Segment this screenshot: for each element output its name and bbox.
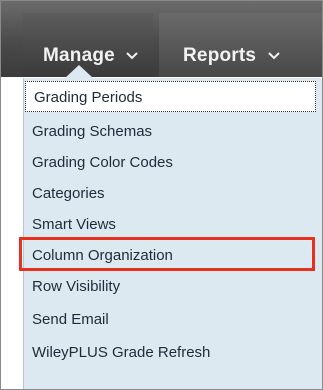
menu-item-smart-views[interactable]: Smart Views	[24, 209, 315, 229]
top-nav-bar: Manage Reports	[1, 1, 322, 78]
highlight-box-column-organization	[19, 237, 315, 271]
app-frame: Manage Reports Grading Periods Grading S…	[0, 0, 323, 390]
menu-item-wileyplus-grade-refresh[interactable]: WileyPLUS Grade Refresh	[24, 337, 315, 368]
menu-item-grading-color-codes[interactable]: Grading Color Codes	[24, 147, 315, 178]
manage-dropdown-menu: Grading Periods Grading Schemas Grading …	[23, 78, 322, 389]
menu-item-grading-periods[interactable]: Grading Periods	[25, 81, 316, 112]
menu-item-row-visibility[interactable]: Row Visibility	[24, 271, 315, 302]
tab-manage-label: Manage	[43, 45, 139, 67]
chevron-down-icon	[126, 45, 139, 67]
tab-reports-label: Reports	[183, 45, 280, 67]
chevron-down-icon	[267, 45, 280, 67]
tab-reports[interactable]: Reports	[159, 13, 322, 77]
menu-pointer-caret	[65, 65, 93, 78]
menu-item-categories[interactable]: Categories	[24, 178, 315, 209]
menu-item-grading-schemas[interactable]: Grading Schemas	[24, 116, 315, 147]
menu-item-send-email[interactable]: Send Email	[24, 304, 315, 335]
tab-manage-text: Manage	[43, 45, 115, 67]
tab-reports-text: Reports	[183, 45, 257, 67]
